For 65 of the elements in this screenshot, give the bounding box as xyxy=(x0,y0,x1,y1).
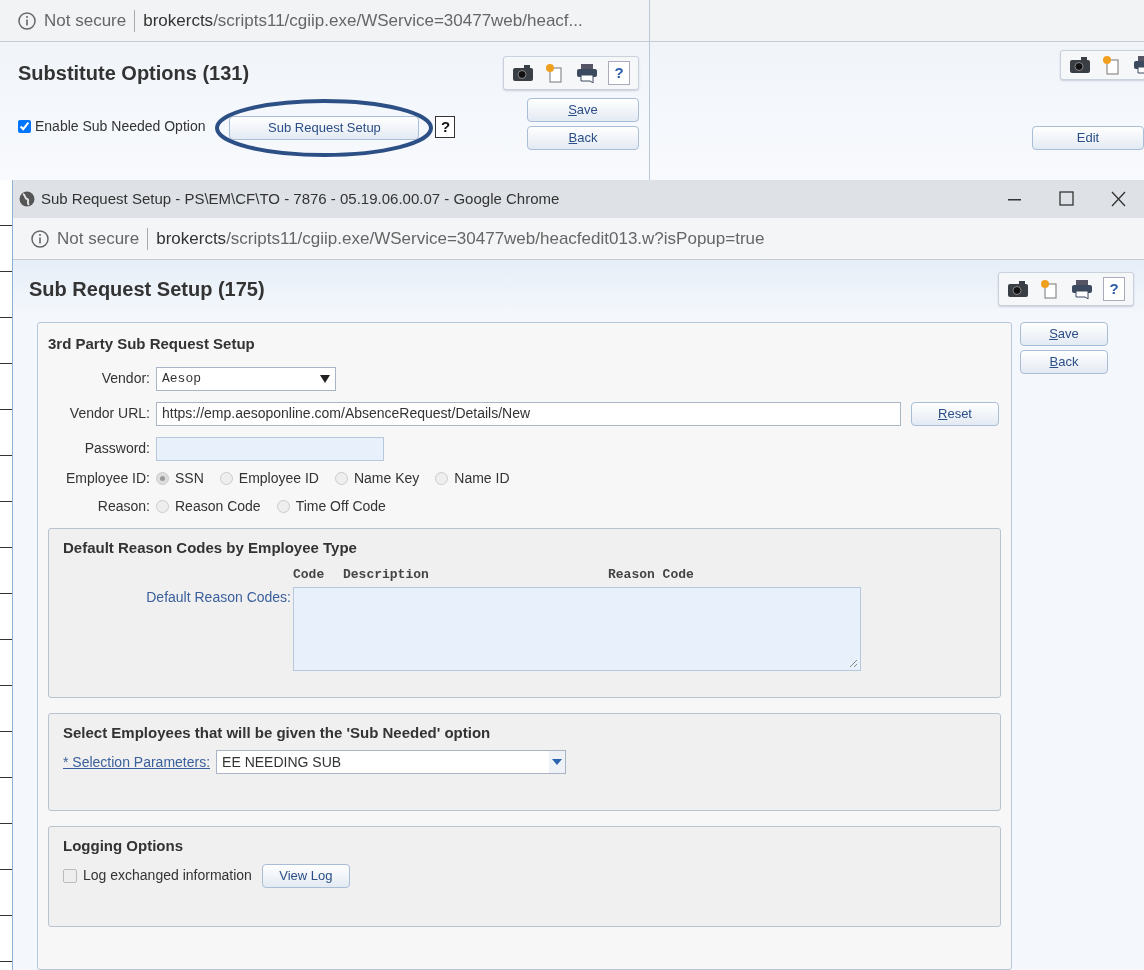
vendor-url-field[interactable]: https://emp.aesoponline.com/AbsenceRequest/Details/New xyxy=(156,401,901,426)
resize-grip-icon xyxy=(849,658,857,667)
field-label: Vendor: xyxy=(100,369,150,388)
url-text: brokercts/scripts11/cgiip.exe/WService=30477web/heacfedit013.w?isPopup=true xyxy=(156,227,765,250)
section-heading: Select Employees that will be given the 'Sub Needed' option xyxy=(63,722,492,743)
camera-icon[interactable] xyxy=(512,63,534,83)
edit-button[interactable]: Edit xyxy=(1032,126,1144,150)
dropdown-arrow-icon xyxy=(320,374,330,383)
column-header: Description xyxy=(343,566,430,584)
help-button[interactable]: ? xyxy=(435,116,456,138)
radio-button[interactable] xyxy=(219,471,233,485)
radio-label: Name ID xyxy=(454,468,510,488)
vendor-dropdown[interactable]: Aesop xyxy=(156,366,336,391)
codes-text-area[interactable] xyxy=(293,586,861,671)
reset-button[interactable]: Reset xyxy=(911,401,999,426)
help-button[interactable]: ? xyxy=(608,61,630,85)
back-button[interactable]: Back xyxy=(527,126,639,150)
printer-icon[interactable] xyxy=(1071,279,1093,299)
field-label: Reason: xyxy=(96,496,150,516)
back-button[interactable]: Back xyxy=(1020,350,1108,374)
camera-icon[interactable] xyxy=(1007,279,1029,299)
url-text: brokercts/scripts11/cgiip.exe/WService=30477web/heacf... xyxy=(143,9,583,32)
printer-icon[interactable] xyxy=(576,63,598,83)
address-bar[interactable]: Not secure brokercts/scripts11/cgiip.exe/WService=30477web/heacf... xyxy=(0,0,649,42)
radio-label: Employee ID xyxy=(238,468,319,488)
checkbox-label: Log exchanged information xyxy=(83,866,252,885)
section-heading: Logging Options xyxy=(63,836,184,856)
globe-icon xyxy=(19,191,35,207)
radio-button[interactable] xyxy=(156,499,169,513)
field-label: Vendor URL: xyxy=(68,404,150,423)
selection-parameters-link[interactable]: * Selection Parameters: xyxy=(63,751,211,773)
radio-button[interactable] xyxy=(334,471,348,485)
save-button[interactable]: Save xyxy=(1020,322,1108,346)
selection-dropdown[interactable]: EE NEEDING SUB xyxy=(216,750,567,774)
checkbox-label: Enable Sub Needed Option xyxy=(35,117,206,136)
radio-label: Reason Code xyxy=(175,496,261,516)
help-button[interactable]: ? xyxy=(1103,277,1125,301)
section-heading: 3rd Party Sub Request Setup xyxy=(48,334,256,354)
info-icon xyxy=(18,11,36,30)
section-heading: Default Reason Codes by Employee Type xyxy=(63,537,358,558)
view-log-button[interactable]: View Log xyxy=(261,863,350,888)
radio-label: Name Key xyxy=(353,468,420,488)
address-bar[interactable]: Not secure brokercts/scripts11/cgiip.exe/WService=30477web/heacfedit013.w?isPopup=true xyxy=(13,218,1144,260)
save-button[interactable]: Save xyxy=(527,98,639,122)
radio-button[interactable] xyxy=(276,499,290,513)
checkbox[interactable] xyxy=(63,868,77,883)
page-title: Substitute Options (131) xyxy=(18,61,250,86)
security-label: Not secure xyxy=(44,9,127,32)
page-title: Sub Request Setup (175) xyxy=(29,277,265,302)
radio-label: SSN xyxy=(175,468,204,488)
radio-button[interactable] xyxy=(156,471,169,485)
camera-icon[interactable] xyxy=(1069,55,1091,75)
checkbox[interactable] xyxy=(18,120,31,133)
security-label: Not secure xyxy=(57,227,140,250)
field-label: Password: xyxy=(83,439,150,458)
sub-request-setup-button[interactable]: Sub Request Setup xyxy=(229,116,420,140)
radio-button[interactable] xyxy=(435,471,449,485)
password-field[interactable] xyxy=(156,436,384,461)
radio-label: Time Off Code xyxy=(295,496,386,516)
field-label: Default Reason Codes: xyxy=(145,587,292,607)
column-header: Reason Code xyxy=(608,566,695,584)
column-header: Code xyxy=(293,566,326,584)
info-icon xyxy=(31,229,49,248)
field-label: Employee ID: xyxy=(64,468,150,488)
window-title: Sub Request Setup - PS\EM\CF\TO - 7876 - 05.19.06.00.07 - Google Chrome xyxy=(41,188,561,209)
